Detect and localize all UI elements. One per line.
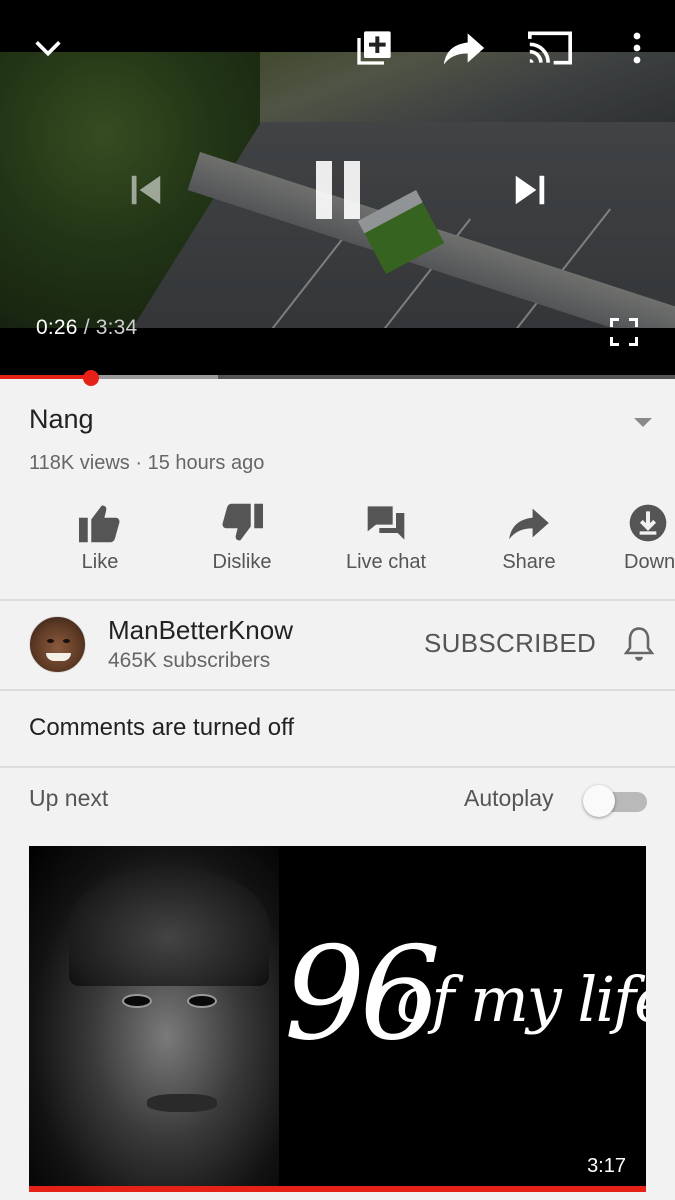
video-title: Nang bbox=[29, 404, 94, 434]
autoplay-toggle-thumb bbox=[583, 785, 615, 817]
watched-progress-bar bbox=[29, 1186, 646, 1192]
download-icon bbox=[626, 501, 670, 545]
live-chat-button[interactable]: Live chat bbox=[321, 495, 451, 595]
thumb-down-icon bbox=[220, 501, 264, 545]
fullscreen-button[interactable] bbox=[604, 312, 644, 352]
cast-icon bbox=[528, 31, 572, 65]
add-to-playlist-icon bbox=[357, 31, 391, 65]
total-time: 3:34 bbox=[95, 316, 138, 339]
autoplay-toggle[interactable] bbox=[583, 785, 647, 817]
dislike-button[interactable]: Dislike bbox=[177, 495, 307, 595]
video-meta: 118K views · 15 hours ago bbox=[29, 452, 265, 474]
subscriber-count: 465K subscribers bbox=[108, 649, 271, 672]
share-label: Share bbox=[502, 551, 556, 573]
fullscreen-icon bbox=[610, 318, 638, 346]
thumbnail-title-art: 96 of my life bbox=[284, 931, 646, 1091]
seek-played bbox=[0, 375, 91, 379]
pause-button[interactable] bbox=[304, 150, 372, 230]
more-vert-icon bbox=[633, 32, 641, 64]
previous-button[interactable] bbox=[122, 166, 170, 214]
live-chat-label: Live chat bbox=[345, 551, 427, 573]
skip-previous-icon bbox=[131, 175, 161, 205]
pause-icon bbox=[316, 161, 360, 219]
notification-bell-button[interactable] bbox=[623, 626, 655, 662]
add-to-playlist-button[interactable] bbox=[352, 26, 396, 70]
like-button[interactable]: Like bbox=[35, 495, 165, 595]
seek-bar[interactable] bbox=[0, 370, 675, 386]
subscribed-button[interactable]: SUBSCRIBED bbox=[424, 628, 596, 659]
share-button-player[interactable] bbox=[440, 26, 488, 70]
chevron-down-icon bbox=[35, 41, 61, 57]
current-time: 0:26 bbox=[36, 316, 78, 339]
dislike-label: Dislike bbox=[212, 551, 272, 573]
chat-icon bbox=[364, 501, 408, 545]
video-player[interactable]: 0:26/3:34 bbox=[0, 0, 675, 378]
autoplay-label: Autoplay bbox=[464, 785, 554, 811]
share-button[interactable]: Share bbox=[464, 495, 594, 595]
divider bbox=[0, 766, 675, 768]
more-options-button[interactable] bbox=[622, 28, 652, 68]
up-next-heading: Up next bbox=[29, 785, 109, 811]
channel-name[interactable]: ManBetterKnow bbox=[108, 615, 293, 646]
bell-icon bbox=[623, 627, 655, 661]
action-bar: Like Dislike Live chat Share Download bbox=[0, 495, 675, 595]
share-icon bbox=[507, 501, 551, 545]
artist-portrait bbox=[29, 846, 279, 1192]
download-button[interactable]: Download bbox=[606, 495, 675, 595]
share-icon bbox=[443, 33, 485, 65]
cast-button[interactable] bbox=[526, 26, 574, 70]
skip-next-icon bbox=[515, 175, 545, 205]
divider bbox=[0, 689, 675, 691]
expand-description-icon[interactable] bbox=[634, 418, 652, 427]
up-next-video-thumbnail[interactable]: 96 of my life 3:17 bbox=[29, 846, 646, 1192]
time-separator: / bbox=[83, 316, 90, 339]
video-duration: 3:17 bbox=[587, 1155, 626, 1177]
divider bbox=[0, 599, 675, 601]
comments-status: Comments are turned off bbox=[29, 714, 295, 741]
minimize-button[interactable] bbox=[28, 28, 68, 68]
channel-avatar[interactable] bbox=[29, 616, 86, 673]
thumb-up-icon bbox=[78, 501, 122, 545]
seek-handle[interactable] bbox=[83, 370, 99, 386]
download-label: Download bbox=[624, 551, 675, 573]
time-readout: 0:26/3:34 bbox=[36, 316, 137, 340]
thumbnail-title-text: of my life bbox=[396, 963, 646, 1036]
like-label: Like bbox=[81, 551, 119, 573]
next-button[interactable] bbox=[506, 166, 554, 214]
